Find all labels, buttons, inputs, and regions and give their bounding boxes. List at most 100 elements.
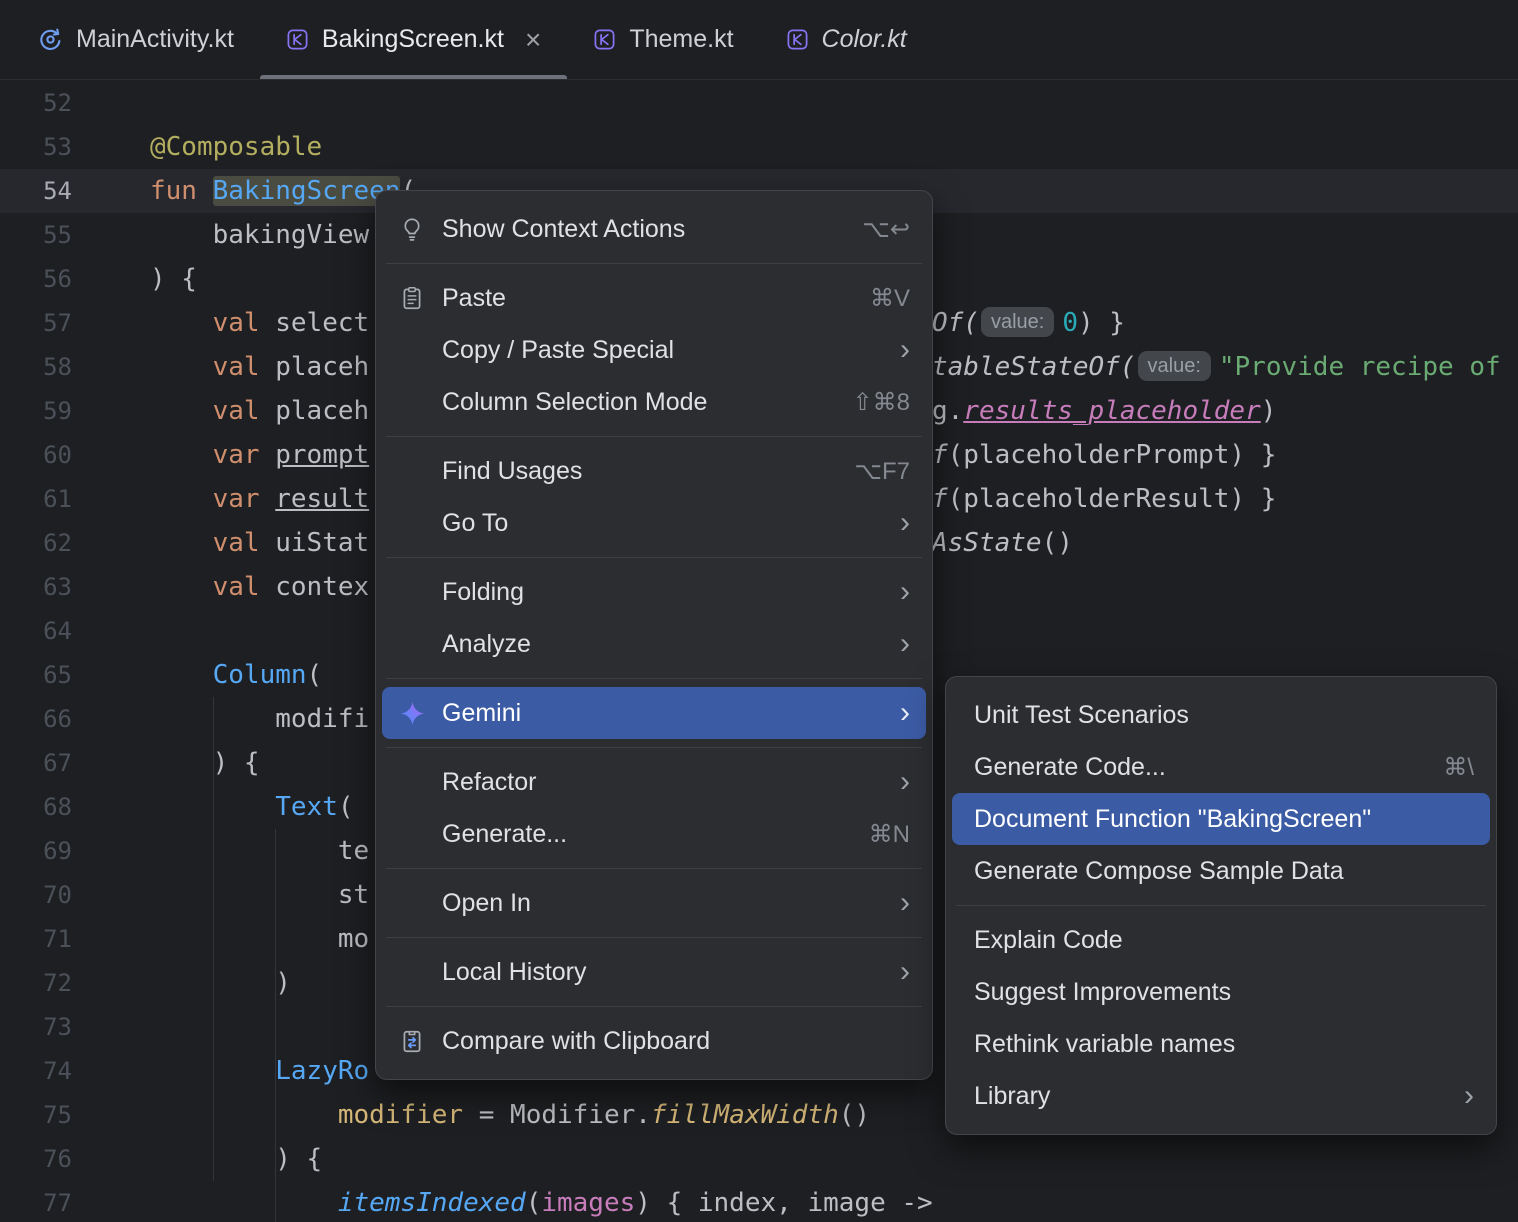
- menu-item-label: Gemini: [442, 698, 522, 727]
- code-text: ): [110, 968, 291, 998]
- tab-theme-kt[interactable]: Theme.kt: [567, 0, 759, 79]
- code-token: uiStat: [275, 528, 370, 558]
- code-token: BakingScreen: [212, 176, 401, 206]
- menu-item-label: Local History: [442, 957, 587, 986]
- chevron-right-icon: ›: [900, 886, 910, 919]
- code-token: contex: [275, 572, 370, 602]
- menu-item-show-context-actions[interactable]: Show Context Actions ⌥↩: [382, 203, 926, 255]
- line-number[interactable]: 59: [0, 389, 110, 433]
- code-token: val: [212, 352, 276, 382]
- menu-item-label: Paste: [442, 283, 506, 312]
- kotlin-icon: [286, 28, 309, 51]
- menu-item-library[interactable]: Library ›: [952, 1070, 1490, 1122]
- line-number[interactable]: 53: [0, 125, 110, 169]
- line-number[interactable]: 58: [0, 345, 110, 389]
- line-number[interactable]: 56: [0, 257, 110, 301]
- menu-item-find-usages[interactable]: Find Usages ⌥F7: [382, 445, 926, 497]
- code-token: prompt: [275, 440, 370, 470]
- line-number[interactable]: 64: [0, 609, 110, 653]
- menu-item-label: Refactor: [442, 767, 537, 796]
- code-token: te: [150, 836, 370, 866]
- line-number[interactable]: 54: [0, 169, 110, 213]
- line-number[interactable]: 61: [0, 477, 110, 521]
- line-number[interactable]: 60: [0, 433, 110, 477]
- line-number[interactable]: 63: [0, 565, 110, 609]
- code-token: @Composable: [150, 132, 323, 162]
- line-number[interactable]: 76: [0, 1137, 110, 1181]
- menu-separator: [386, 263, 922, 264]
- tab-label: Color.kt: [821, 25, 907, 53]
- code-token: ): [150, 968, 291, 998]
- code-line-53[interactable]: 53 @Composable: [0, 125, 1518, 169]
- tab-bakingscreen-kt[interactable]: BakingScreen.kt ×: [259, 0, 568, 79]
- menu-item-generate[interactable]: Generate... ⌘N: [382, 808, 926, 860]
- line-number[interactable]: 77: [0, 1181, 110, 1222]
- menu-item-label: Generate Code...: [974, 752, 1166, 781]
- code-text-right: g.results_placeholder): [932, 389, 1276, 433]
- tab-color-kt[interactable]: Color.kt: [760, 0, 933, 79]
- chevron-right-icon: ›: [900, 696, 910, 729]
- code-text: st: [110, 880, 369, 910]
- line-number[interactable]: 68: [0, 785, 110, 829]
- line-number[interactable]: 72: [0, 961, 110, 1005]
- menu-item-column-selection-mode[interactable]: Column Selection Mode ⇧⌘8: [382, 376, 926, 428]
- code-token: fillMaxWidth: [650, 1100, 839, 1130]
- code-token: 0: [1062, 308, 1078, 338]
- code-text-right: AsState(): [932, 521, 1073, 565]
- code-token: placeh: [275, 396, 370, 426]
- menu-item-document-function-bakingscreen[interactable]: Document Function "BakingScreen": [952, 793, 1490, 845]
- line-number[interactable]: 66: [0, 697, 110, 741]
- line-number[interactable]: 73: [0, 1005, 110, 1049]
- menu-item-copy-paste-special[interactable]: Copy / Paste Special ›: [382, 324, 926, 376]
- code-token: select: [275, 308, 370, 338]
- code-text: fun BakingScreen(: [110, 176, 416, 206]
- line-number[interactable]: 57: [0, 301, 110, 345]
- line-number[interactable]: 65: [0, 653, 110, 697]
- menu-item-open-in[interactable]: Open In ›: [382, 877, 926, 929]
- kotlin-icon: [786, 28, 809, 51]
- menu-item-paste[interactable]: Paste ⌘V: [382, 272, 926, 324]
- line-number[interactable]: 69: [0, 829, 110, 873]
- code-token: f: [932, 484, 948, 514]
- tab-mainactivity-kt[interactable]: MainActivity.kt: [12, 0, 260, 79]
- code-line-52[interactable]: 52: [0, 81, 1518, 125]
- code-token: mo: [150, 924, 370, 954]
- line-number[interactable]: 55: [0, 213, 110, 257]
- menu-separator: [386, 436, 922, 437]
- code-token: (placeholderPrompt) }: [947, 440, 1277, 470]
- code-token: ): [1260, 396, 1277, 426]
- menu-item-generate-compose-sample-data[interactable]: Generate Compose Sample Data: [952, 845, 1490, 897]
- menu-item-unit-test-scenarios[interactable]: Unit Test Scenarios: [952, 689, 1490, 741]
- code-line-76[interactable]: 76 ) {: [0, 1137, 1518, 1181]
- menu-item-rethink-variable-names[interactable]: Rethink variable names: [952, 1018, 1490, 1070]
- indent-guide: [213, 697, 214, 1181]
- menu-item-explain-code[interactable]: Explain Code: [952, 914, 1490, 966]
- menu-item-label: Generate Compose Sample Data: [974, 856, 1344, 885]
- line-number[interactable]: 67: [0, 741, 110, 785]
- line-number[interactable]: 62: [0, 521, 110, 565]
- menu-item-analyze[interactable]: Analyze ›: [382, 618, 926, 670]
- code-text: val uiStat: [110, 528, 370, 558]
- code-token: (: [525, 1188, 542, 1218]
- line-number[interactable]: 52: [0, 81, 110, 125]
- code-token: (): [1041, 528, 1073, 558]
- menu-item-refactor[interactable]: Refactor ›: [382, 756, 926, 808]
- line-number[interactable]: 71: [0, 917, 110, 961]
- menu-item-go-to[interactable]: Go To ›: [382, 497, 926, 549]
- line-number[interactable]: 75: [0, 1093, 110, 1137]
- close-icon[interactable]: ×: [525, 25, 541, 54]
- menu-item-folding[interactable]: Folding ›: [382, 566, 926, 618]
- code-token: modifier: [337, 1100, 464, 1130]
- line-number[interactable]: 74: [0, 1049, 110, 1093]
- menu-item-suggest-improvements[interactable]: Suggest Improvements: [952, 966, 1490, 1018]
- code-line-77[interactable]: 77 itemsIndexed(images) { index, image -…: [0, 1181, 1518, 1222]
- menu-item-label: Library: [974, 1081, 1051, 1110]
- menu-item-generate-code[interactable]: Generate Code... ⌘\: [952, 741, 1490, 793]
- menu-item-gemini[interactable]: Gemini ›: [382, 687, 926, 739]
- menu-item-local-history[interactable]: Local History ›: [382, 946, 926, 998]
- menu-separator: [386, 557, 922, 558]
- line-number[interactable]: 70: [0, 873, 110, 917]
- menu-item-compare-with-clipboard[interactable]: Compare with Clipboard: [382, 1015, 926, 1067]
